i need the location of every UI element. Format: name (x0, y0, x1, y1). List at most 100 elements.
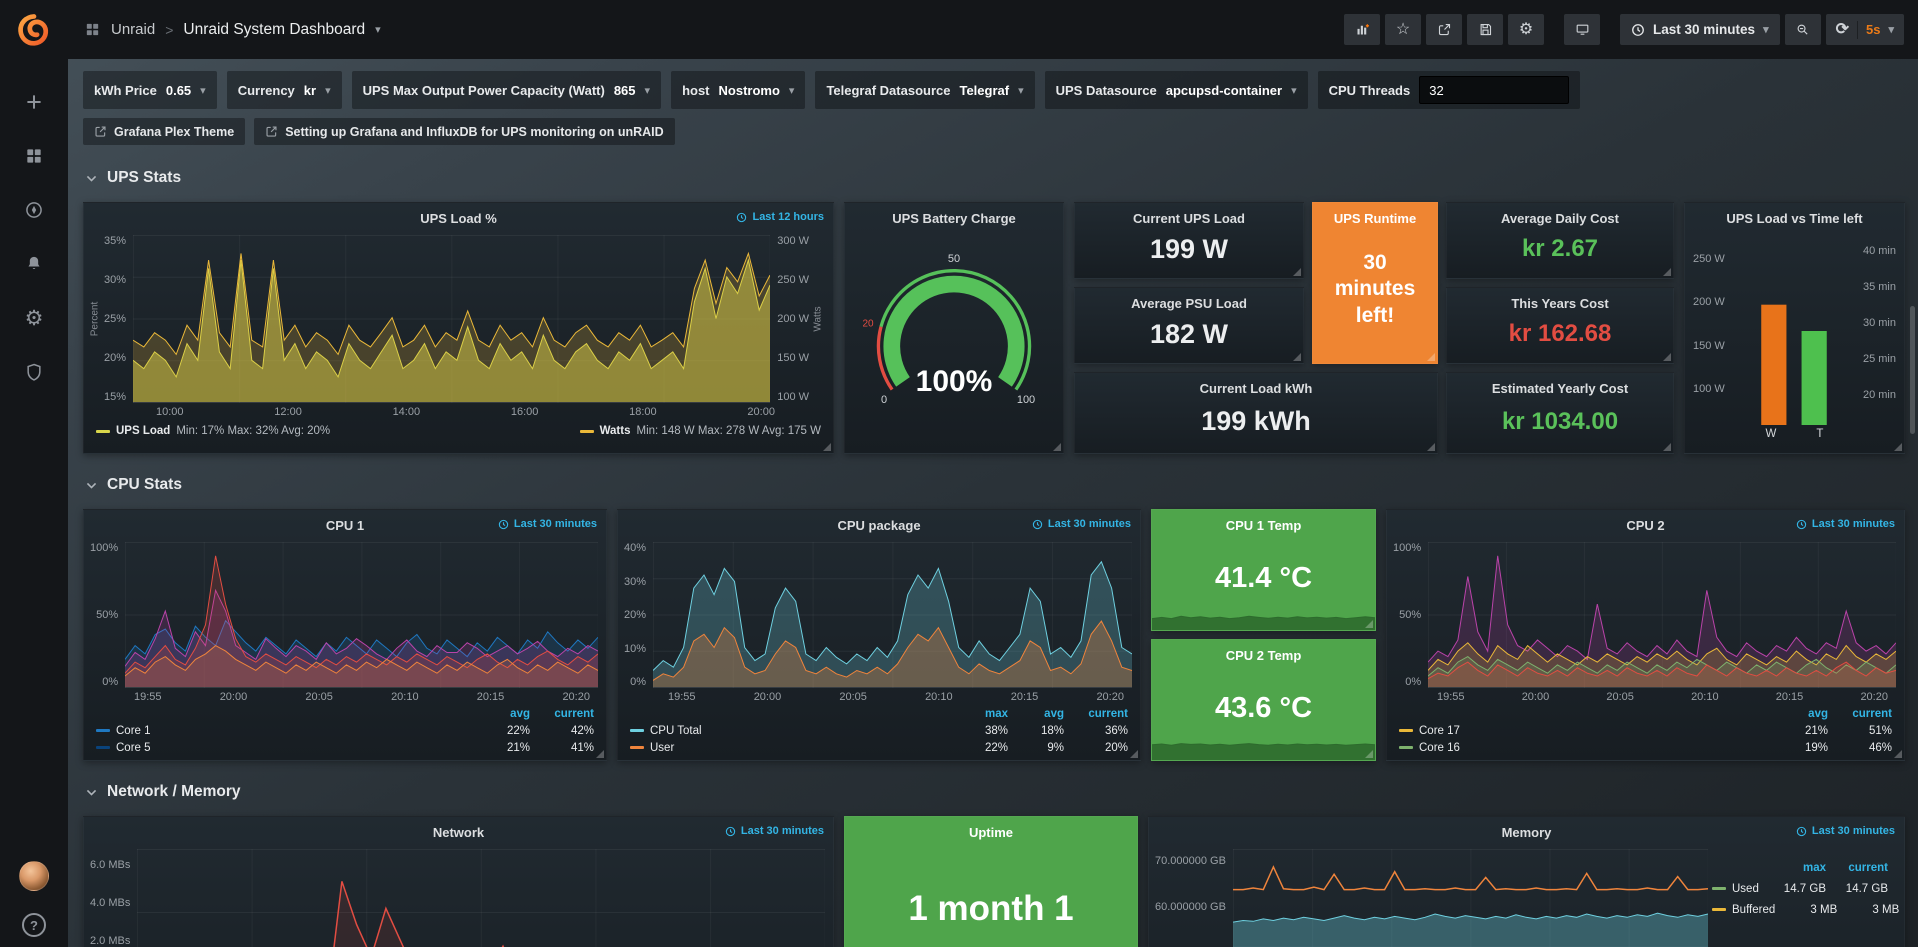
panel-title[interactable]: UPS Load % (84, 203, 833, 233)
legend-series[interactable]: Core 1 (96, 725, 474, 737)
legend-series[interactable]: Used (1712, 883, 1764, 895)
navbar: Unraid > Unraid System Dashboard ▾ ☆ ⚙ L… (68, 0, 1918, 59)
share-button[interactable] (1426, 14, 1462, 45)
y-axis-left: 100%50%0% (1391, 542, 1428, 688)
help-icon[interactable]: ? (22, 913, 46, 937)
variable-currency[interactable]: Currency kr ▾ (227, 71, 342, 109)
time-range-picker[interactable]: Last 30 minutes ▾ (1620, 14, 1780, 45)
ups-load-chart[interactable] (133, 235, 770, 403)
panel-cpu-1: CPU 1 Last 30 minutes 100%50%0% 19:5520:… (83, 509, 607, 761)
cpu-package-chart[interactable] (653, 542, 1132, 688)
panel-title[interactable]: UPS Runtime (1313, 203, 1437, 226)
cpu2-chart[interactable] (1428, 542, 1896, 688)
variable-host[interactable]: host Nostromo ▾ (671, 71, 805, 109)
legend-series[interactable]: Core 5 (96, 742, 474, 754)
panel-title[interactable]: Average Daily Cost (1447, 203, 1673, 226)
panel-title[interactable]: Estimated Yearly Cost (1447, 373, 1673, 396)
star-button[interactable]: ☆ (1385, 14, 1421, 45)
panel-resize-handle[interactable] (1427, 443, 1435, 451)
legend-series[interactable]: Core 17 (1399, 725, 1772, 737)
stat-ups-runtime: UPS Runtime 30 minutes left! (1312, 202, 1438, 364)
link-grafana-plex-theme[interactable]: Grafana Plex Theme (83, 118, 245, 145)
panel-resize-handle[interactable] (1293, 268, 1301, 276)
legend-series[interactable]: UPS Load (116, 425, 170, 437)
ups-stats-grid: Current UPS Load 199 W UPS Runtime 30 mi… (1074, 202, 1674, 454)
panel-resize-handle[interactable] (1894, 750, 1902, 758)
panel-title[interactable]: This Years Cost (1447, 288, 1673, 311)
tick-label: 20% (624, 609, 646, 621)
panel-title[interactable]: Uptime (845, 817, 1137, 847)
panel-title[interactable]: Memory (1149, 817, 1904, 847)
tick-label: 14:00 (393, 406, 421, 420)
panel-resize-handle[interactable] (1365, 750, 1373, 758)
stat-this-years-cost: This Years Cost kr 162.68 (1446, 287, 1674, 364)
legend-series[interactable]: CPU Total (630, 725, 952, 737)
network-chart[interactable] (137, 849, 825, 947)
cpu1-chart[interactable] (125, 542, 598, 688)
panel-resize-handle[interactable] (1427, 353, 1435, 361)
chevron-down-icon[interactable]: ▾ (375, 23, 381, 36)
cpu-threads-input[interactable] (1419, 76, 1569, 104)
panel-resize-handle[interactable] (1130, 750, 1138, 758)
legend-series[interactable]: Core 16 (1399, 742, 1772, 754)
tick-label: 20:00 (754, 691, 782, 705)
chevron-down-icon (85, 479, 98, 492)
variable-telegraf-datasource[interactable]: Telegraf Datasource Telegraf ▾ (815, 71, 1034, 109)
y-axis-left: 40%30%20%10%0% (622, 542, 653, 688)
cycle-view-mode-button[interactable] (1564, 14, 1600, 45)
panel-title[interactable]: Current UPS Load (1075, 203, 1303, 226)
variable-ups-datasource[interactable]: UPS Datasource apcupsd-container ▾ (1045, 71, 1308, 109)
panel-ups-battery-charge: UPS Battery Charge 0 50 100 20 100% (844, 202, 1064, 454)
grafana-logo[interactable] (15, 12, 53, 50)
panel-resize-handle[interactable] (1293, 353, 1301, 361)
row-network-memory[interactable]: Network / Memory (85, 779, 1918, 805)
create-icon[interactable] (21, 90, 47, 114)
refresh-picker[interactable]: ⟳ 5s ▾ (1826, 14, 1904, 45)
panel-resize-handle[interactable] (1663, 268, 1671, 276)
dashboards-icon[interactable] (21, 144, 47, 168)
legend-series[interactable]: Watts (600, 425, 631, 437)
save-button[interactable] (1467, 14, 1503, 45)
series-color-dash (1399, 746, 1413, 749)
panel-title[interactable]: UPS Load vs Time left (1685, 203, 1904, 233)
panel-resize-handle[interactable] (1053, 443, 1061, 451)
dashboard-title[interactable]: Unraid System Dashboard (183, 21, 365, 39)
panel-title[interactable]: Current Load kWh (1075, 373, 1437, 396)
alerting-bell-icon[interactable] (21, 252, 47, 276)
user-avatar[interactable] (19, 861, 49, 891)
legend-table: avgcurrent Core 17 21% 51% Core 16 19% 4… (1387, 705, 1904, 756)
memory-chart[interactable] (1233, 849, 1708, 947)
panel-resize-handle[interactable] (1894, 443, 1902, 451)
panel-title[interactable]: Network (84, 817, 833, 847)
variable-kwh-price[interactable]: kWh Price 0.65 ▾ (83, 71, 217, 109)
legend-series[interactable]: Buffered (1712, 904, 1775, 916)
row-cpu-stats[interactable]: CPU Stats (85, 472, 1918, 498)
cpu-temp-column: CPU 1 Temp 41.4 °C CPU 2 Temp 43.6 °C (1151, 509, 1376, 761)
add-panel-button[interactable] (1344, 14, 1380, 45)
panel-resize-handle[interactable] (823, 443, 831, 451)
stat-value: 182 W (1075, 311, 1303, 363)
tick-label: 35 min (1863, 281, 1896, 293)
panel-resize-handle[interactable] (596, 750, 604, 758)
dashboard-settings-button[interactable]: ⚙ (1508, 14, 1544, 45)
panel-resize-handle[interactable] (1365, 620, 1373, 628)
zoom-out-button[interactable] (1785, 14, 1821, 45)
panel-title[interactable]: UPS Battery Charge (845, 203, 1063, 233)
scrollbar-thumb[interactable] (1910, 306, 1915, 434)
variable-ups-max-output[interactable]: UPS Max Output Power Capacity (Watt) 865… (352, 71, 661, 109)
link-ups-monitoring-guide[interactable]: Setting up Grafana and InfluxDB for UPS … (254, 118, 674, 145)
panel-resize-handle[interactable] (1663, 353, 1671, 361)
series-color-dash (1399, 729, 1413, 732)
panel-title[interactable]: CPU 1 Temp (1152, 510, 1375, 533)
server-admin-shield-icon[interactable] (21, 360, 47, 384)
panel-title[interactable]: CPU 2 Temp (1152, 640, 1375, 663)
tick-label: 25% (104, 313, 126, 325)
breadcrumb-folder[interactable]: Unraid (111, 21, 155, 38)
panel-title[interactable]: Average PSU Load (1075, 288, 1303, 311)
legend-series[interactable]: User (630, 742, 952, 754)
panel-resize-handle[interactable] (1663, 443, 1671, 451)
explore-compass-icon[interactable] (21, 198, 47, 222)
configuration-gear-icon[interactable]: ⚙ (21, 306, 47, 330)
tick-label: 20:20 (562, 691, 590, 705)
row-ups-stats[interactable]: UPS Stats (85, 165, 1918, 191)
